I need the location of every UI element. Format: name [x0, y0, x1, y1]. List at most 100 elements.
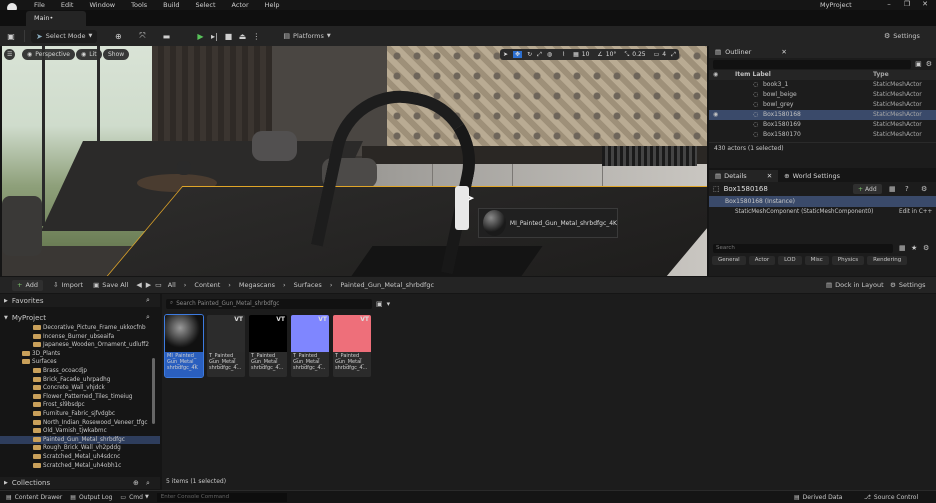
eject-icon[interactable]: ⏏: [235, 29, 249, 43]
select-mode-dropdown[interactable]: ➤ Select Mode ▼: [31, 29, 98, 43]
component-row[interactable]: StaticMeshComponent (StaticMeshComponent…: [709, 207, 936, 218]
world-settings-tab[interactable]: ⊕ World Settings: [778, 170, 846, 182]
close-icon[interactable]: ✕: [916, 0, 934, 10]
gear-icon[interactable]: ⚙: [921, 185, 927, 193]
filter-misc[interactable]: Misc: [804, 255, 829, 265]
source-control-button[interactable]: ⎇ Source Control: [864, 494, 918, 501]
lit-button[interactable]: ◉ Lit: [76, 49, 102, 60]
visibility-icon[interactable]: ◉: [713, 110, 718, 120]
folder-tree-item[interactable]: Scratched_Metal_uh4obh1c: [0, 462, 160, 471]
add-actor-icon[interactable]: ⊕: [111, 29, 125, 43]
filter-rendering[interactable]: Rendering: [867, 255, 908, 265]
gear-icon[interactable]: ⚙: [923, 244, 929, 252]
cb-settings-button[interactable]: ⚙ Settings: [890, 281, 926, 289]
folder-tree-item[interactable]: Painted_Gun_Metal_shrbdfgc: [0, 435, 160, 445]
outliner-search-input[interactable]: [713, 59, 912, 69]
menu-item-edit[interactable]: Edit: [61, 1, 74, 9]
platforms-dropdown[interactable]: ▤ Platforms ▼: [283, 32, 330, 40]
save-icon[interactable]: ▣: [4, 29, 18, 43]
asset-tile[interactable]: VT T_Painted_ Gun_Metal_ shrbdfgc_4...: [207, 315, 245, 377]
collections-header[interactable]: ▶ Collections ⊕ ⌕: [0, 477, 160, 489]
filter-physics[interactable]: Physics: [831, 255, 865, 265]
play-icon[interactable]: ▶: [193, 29, 207, 43]
menu-item-select[interactable]: Select: [195, 1, 215, 9]
blueprint-icon[interactable]: ⤧: [135, 29, 149, 43]
translate-tool-icon[interactable]: ✥: [513, 51, 523, 58]
folder-tree-item[interactable]: North_Indian_Rosewood_Veneer_tfgc: [0, 419, 160, 428]
asset-tile[interactable]: VT T_Painted_ Gun_Metal_ shrbdfgc_4...: [333, 315, 371, 377]
help-icon[interactable]: ?: [905, 185, 909, 193]
details-tab[interactable]: ▤ Details ✕: [709, 170, 779, 182]
star-icon[interactable]: ★: [911, 244, 917, 252]
folder-tree-item[interactable]: Japanese_Wooden_Ornament_udluff2: [0, 341, 160, 350]
content-drawer-button[interactable]: ▤ Content Drawer: [6, 494, 62, 501]
console-input[interactable]: Enter Console Command: [156, 492, 287, 502]
maximize-viewport-icon[interactable]: ⤢: [671, 51, 676, 59]
menu-item-help[interactable]: Help: [265, 1, 280, 9]
folder-tree-item[interactable]: Furniture_Fabric_sjfvdgbc: [0, 410, 160, 419]
camera-speed-icon[interactable]: ▭: [654, 51, 660, 58]
menu-item-file[interactable]: File: [34, 1, 45, 9]
output-log-button[interactable]: ▤ Output Log: [70, 494, 112, 501]
instance-row[interactable]: Box1580168 (Instance): [709, 196, 936, 207]
menu-item-build[interactable]: Build: [163, 1, 179, 9]
favorites-header[interactable]: ▶ Favorites ⌕: [0, 294, 160, 307]
cinematics-icon[interactable]: ▬: [159, 29, 173, 43]
breadcrumb-item[interactable]: Content: [194, 281, 220, 289]
outliner-row[interactable]: ◌ book3_1 StaticMeshActor: [709, 80, 936, 90]
folder-tree-item[interactable]: Surfaces: [0, 358, 160, 367]
cmd-dropdown[interactable]: ▭ Cmd ▼: [120, 494, 148, 501]
folder-tree-item[interactable]: Frost_sl9bsdpc: [0, 401, 160, 410]
rotation-snap-icon[interactable]: ∠: [597, 51, 602, 58]
asset-search-input[interactable]: ⌕ Search Painted_Gun_Metal_shrbdfgc: [166, 298, 372, 309]
folder-tree-item[interactable]: Rough_Brick_Wall_vh2pddg: [0, 444, 160, 453]
menu-item-tools[interactable]: Tools: [131, 1, 147, 9]
perspective-button[interactable]: ◉ Perspective: [22, 49, 75, 60]
filter-actor[interactable]: Actor: [748, 255, 776, 265]
scale-snap-icon[interactable]: ⤡: [624, 51, 629, 59]
menu-item-window[interactable]: Window: [89, 1, 115, 9]
outliner-tab[interactable]: ▤ Outliner ✕: [709, 46, 936, 58]
grid-snap-icon[interactable]: ▦: [573, 51, 579, 58]
asset-tile[interactable]: MI_Painted_ Gun_Metal_ shrbdfgc_4K: [164, 314, 204, 378]
folder-tree-item[interactable]: Scratched_Metal_uh4sdcnc: [0, 453, 160, 462]
menu-item-actor[interactable]: Actor: [232, 1, 249, 9]
surface-snap-icon[interactable]: ⌇: [562, 51, 565, 58]
save-all-button[interactable]: ▣ Save All: [93, 281, 128, 289]
scale-tool-icon[interactable]: ⤢: [537, 51, 542, 59]
derived-data-button[interactable]: ▤ Derived Data: [794, 494, 842, 501]
save-search-icon[interactable]: ▣: [376, 300, 383, 308]
gear-icon[interactable]: ⚙: [926, 60, 932, 68]
select-tool-icon[interactable]: ➤: [503, 51, 508, 58]
history-forward-icon[interactable]: ▶: [146, 281, 151, 289]
folder-tree-item[interactable]: Decorative_Picture_Frame_ukkocfnb: [0, 324, 160, 333]
add-collection-icon[interactable]: ⊕: [133, 479, 139, 487]
table-view-icon[interactable]: ▦: [899, 244, 906, 252]
folder-add-icon[interactable]: ▣: [915, 60, 922, 68]
visibility-icon[interactable]: ◉: [713, 70, 718, 80]
close-tab-icon[interactable]: ✕: [781, 46, 786, 58]
outliner-row[interactable]: ◌ bowl_grey StaticMeshActor: [709, 100, 936, 110]
stop-icon[interactable]: ■: [221, 29, 235, 43]
search-icon[interactable]: ⌕: [146, 313, 150, 322]
filter-lod[interactable]: LOD: [778, 255, 802, 265]
minimize-icon[interactable]: –: [880, 0, 898, 10]
settings-button[interactable]: ⚙ Settings: [884, 32, 920, 40]
folder-tree-item[interactable]: Brick_Facade_uhrpadhg: [0, 376, 160, 385]
breadcrumb-item[interactable]: Painted_Gun_Metal_shrbdfgc: [340, 281, 434, 289]
history-back-icon[interactable]: ◀: [136, 281, 141, 289]
filter-icon[interactable]: ▾: [387, 300, 391, 308]
show-button[interactable]: Show: [103, 49, 130, 60]
search-icon[interactable]: ⌕: [146, 479, 150, 488]
maximize-icon[interactable]: ❐: [898, 0, 916, 10]
details-search-input[interactable]: Search: [713, 243, 893, 253]
folder-tree-item[interactable]: Old_Varnish_tjwkabmc: [0, 427, 160, 436]
outliner-row[interactable]: ◌ Box1580170 StaticMeshActor: [709, 130, 936, 140]
play-options-icon[interactable]: ⋮: [249, 29, 263, 43]
tab-main-level[interactable]: Main•: [26, 11, 86, 26]
blueprint-icon[interactable]: ▦: [889, 185, 896, 193]
folder-tree-item[interactable]: 3D_Plants: [0, 350, 160, 359]
breadcrumb-item[interactable]: Surfaces: [294, 281, 322, 289]
dock-in-layout-button[interactable]: ▤ Dock in Layout: [826, 281, 884, 289]
breadcrumb-item[interactable]: All: [168, 281, 176, 289]
